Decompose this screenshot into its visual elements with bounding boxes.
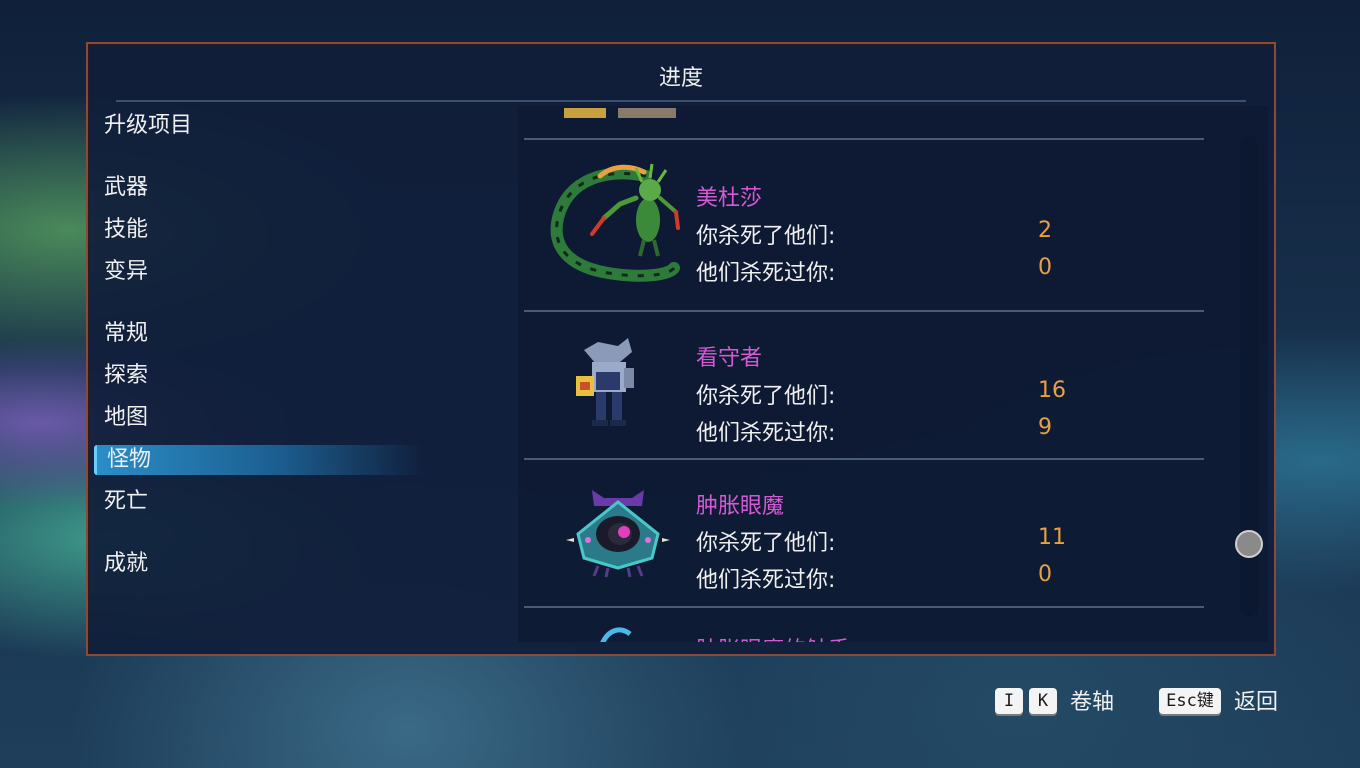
- nav-map[interactable]: 地图: [104, 403, 148, 433]
- nav-exploration[interactable]: 探索: [104, 361, 148, 391]
- deaths-count: 0: [1038, 255, 1052, 280]
- monster-name: 美杜莎: [696, 186, 763, 211]
- scroll-hint-label: 卷轴: [1070, 690, 1115, 715]
- monster-entry-tentacle: 肿胀眼魔的触手: [518, 608, 1218, 642]
- bloated-eye-sprite-icon: [566, 490, 670, 578]
- monster-list[interactable]: 美杜莎 你杀死了他们: 2 他们杀死过你: 0 看守者 你杀死了他们: 16 他…: [518, 106, 1268, 642]
- nav-mutations[interactable]: 变异: [104, 257, 148, 287]
- monster-entry-bloated-eye: 肿胀眼魔 你杀死了他们: 11 他们杀死过你: 0: [518, 460, 1218, 606]
- deaths-label: 他们杀死过你:: [696, 421, 836, 446]
- key-i-icon: I: [995, 688, 1023, 714]
- tentacle-sprite-icon: [600, 627, 632, 642]
- deaths-count: 0: [1038, 562, 1052, 587]
- nav-achievements[interactable]: 成就: [104, 549, 148, 579]
- nav-skills[interactable]: 技能: [104, 215, 148, 245]
- monster-name: 看守者: [696, 346, 763, 371]
- nav-monsters[interactable]: 怪物: [94, 445, 425, 475]
- monster-name: 肿胀眼魔: [696, 494, 785, 519]
- key-esc-icon: Esc键: [1159, 688, 1221, 714]
- killed-label: 你杀死了他们:: [696, 531, 836, 556]
- killed-label: 你杀死了他们:: [696, 384, 836, 409]
- nav-general[interactable]: 常规: [104, 319, 148, 349]
- key-k-icon: K: [1029, 688, 1057, 714]
- previous-entry-sprite-fragment: [564, 106, 676, 118]
- progress-panel: 进度 升级项目 武器 技能 变异 常规 探索 地图 怪物 死亡 成就 美杜莎 你…: [86, 42, 1276, 656]
- monster-entry-medusa: 美杜莎 你杀死了他们: 2 他们杀死过你: 0: [518, 140, 1218, 310]
- back-button[interactable]: 返回: [1234, 688, 1278, 718]
- medusa-sprite-icon: [550, 163, 680, 282]
- deaths-count: 9: [1038, 415, 1052, 440]
- nav-upgrades[interactable]: 升级项目: [104, 111, 192, 141]
- deaths-label: 他们杀死过你:: [696, 261, 836, 286]
- monster-name: 肿胀眼魔的触手: [696, 632, 850, 642]
- killed-count: 11: [1038, 525, 1066, 550]
- killed-count: 16: [1038, 378, 1066, 403]
- nav-weapons[interactable]: 武器: [104, 173, 148, 203]
- title-divider: [116, 100, 1246, 102]
- nav-deaths[interactable]: 死亡: [104, 487, 148, 517]
- scrollbar-thumb[interactable]: [1235, 530, 1263, 558]
- monster-entry-warden: 看守者 你杀死了他们: 16 他们杀死过你: 9: [518, 312, 1218, 458]
- warden-sprite-icon: [576, 338, 634, 426]
- panel-title: 进度: [658, 66, 703, 91]
- deaths-label: 他们杀死过你:: [696, 568, 836, 593]
- killed-count: 2: [1038, 218, 1052, 243]
- killed-label: 你杀死了他们:: [696, 224, 836, 249]
